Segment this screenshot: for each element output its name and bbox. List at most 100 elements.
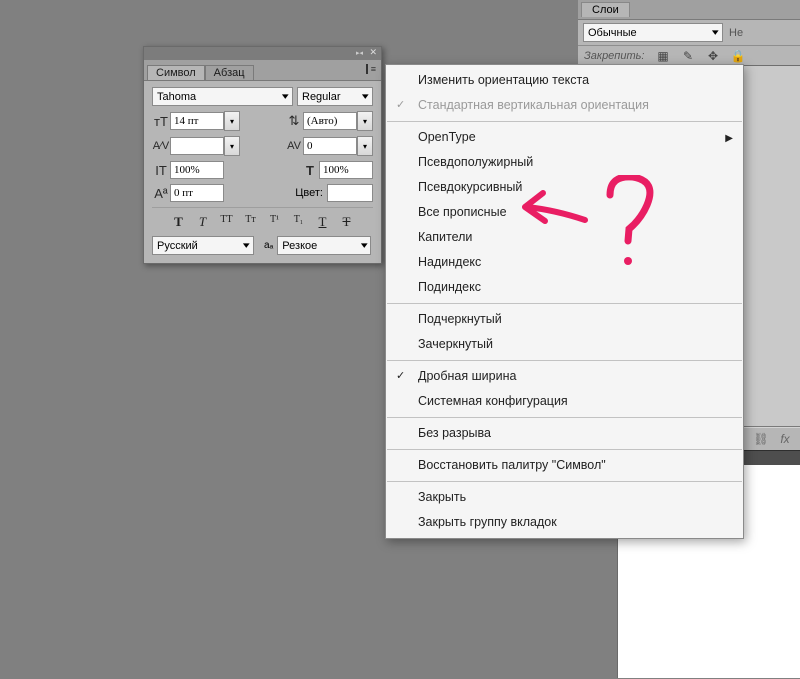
menu-separator	[387, 360, 742, 361]
subscript-button[interactable]: T₁	[291, 214, 307, 230]
blend-mode-value: Обычные	[588, 27, 637, 39]
tab-layers[interactable]: Слои	[581, 2, 630, 17]
font-family-select[interactable]: Tahoma ▾	[152, 87, 293, 106]
lock-paint-icon[interactable]: ✎	[681, 49, 694, 62]
menu-separator	[387, 481, 742, 482]
menu-item[interactable]: Системная конфигурация	[386, 389, 743, 414]
menu-item[interactable]: Восстановить палитру "Символ"	[386, 453, 743, 478]
collapse-icon[interactable]: ▸◂	[356, 49, 363, 57]
menu-item-label: Подиндекс	[418, 280, 481, 294]
menu-item[interactable]: Зачеркнутый	[386, 332, 743, 357]
menu-item[interactable]: Подиндекс	[386, 275, 743, 300]
hscale-input[interactable]	[319, 161, 373, 179]
lock-transparency-icon[interactable]: ▦	[656, 49, 669, 62]
link-icon[interactable]: ⛓	[754, 432, 768, 446]
panel-tabs: Символ Абзац ≡	[144, 60, 381, 81]
panel-menu-icon[interactable]: ≡	[366, 64, 376, 74]
antialias-value: Резкое	[282, 240, 317, 252]
underline-button[interactable]: T	[315, 214, 331, 230]
menu-item[interactable]: Псевдополужирный	[386, 150, 743, 175]
tab-symbol[interactable]: Символ	[147, 65, 205, 80]
chevron-down-icon: ▾	[282, 91, 289, 102]
tracking-icon: A͏V	[285, 140, 303, 152]
kerning-icon: A⁄V	[152, 140, 170, 152]
font-size-input[interactable]	[170, 112, 224, 130]
menu-separator	[387, 449, 742, 450]
menu-item[interactable]: Капители	[386, 225, 743, 250]
check-icon: ✓	[396, 97, 405, 114]
vscale-input[interactable]	[170, 161, 224, 179]
menu-item[interactable]: Псевдокурсивный	[386, 175, 743, 200]
chevron-down-icon: ▾	[362, 91, 369, 102]
tracking-input[interactable]	[303, 137, 357, 155]
menu-item-label: Подчеркнутый	[418, 312, 502, 326]
menu-item: ✓Стандартная вертикальная ориентация	[386, 93, 743, 118]
lock-position-icon[interactable]: ✥	[706, 49, 719, 62]
menu-item[interactable]: Надиндекс	[386, 250, 743, 275]
menu-item-label: Все прописные	[418, 205, 507, 219]
allcaps-button[interactable]: TT	[219, 214, 235, 230]
leading-icon: ⇅	[285, 113, 303, 129]
menu-item-label: Дробная ширина	[418, 369, 516, 383]
antialias-icon: aₐ	[264, 240, 273, 251]
chevron-down-icon: ▾	[712, 27, 719, 38]
bold-button[interactable]: T	[171, 214, 187, 230]
lock-row: Закрепить: ▦ ✎ ✥ 🔒	[578, 46, 800, 66]
menu-item-label: Закрыть	[418, 490, 466, 504]
menu-item[interactable]: Без разрыва	[386, 421, 743, 446]
font-size-icon: тT	[152, 114, 170, 129]
tab-paragraph[interactable]: Абзац	[205, 65, 254, 80]
character-panel: ▸◂ ✕ Символ Абзац ≡ Tahoma▾ Regular▾ тT …	[143, 46, 382, 264]
tracking-dropdown[interactable]: ▾	[357, 136, 373, 156]
superscript-button[interactable]: T¹	[267, 214, 283, 230]
menu-item[interactable]: Закрыть	[386, 485, 743, 510]
font-style-value: Regular	[302, 91, 341, 103]
kerning-input[interactable]	[170, 137, 224, 155]
menu-item-label: Изменить ориентацию текста	[418, 73, 589, 87]
opacity-label-partial: Не	[729, 27, 743, 39]
menu-item-label: Без разрыва	[418, 426, 491, 440]
submenu-arrow-icon: ▶	[725, 130, 733, 147]
menu-item-label: Капители	[418, 230, 472, 244]
lock-all-icon[interactable]: 🔒	[731, 49, 744, 62]
antialias-select[interactable]: Резкое ▾	[277, 236, 371, 255]
menu-item-label: Псевдополужирный	[418, 155, 533, 169]
menu-separator	[387, 121, 742, 122]
fx-icon[interactable]: fx	[778, 432, 792, 446]
menu-separator	[387, 417, 742, 418]
strike-button[interactable]: T	[339, 214, 355, 230]
menu-item[interactable]: Подчеркнутый	[386, 307, 743, 332]
language-value: Русский	[157, 240, 198, 252]
menu-separator	[387, 303, 742, 304]
panel-flyout-menu: Изменить ориентацию текста ✓Стандартная в…	[385, 64, 744, 539]
font-size-dropdown[interactable]: ▾	[224, 111, 240, 131]
menu-item[interactable]: Закрыть группу вкладок	[386, 510, 743, 535]
panel-header[interactable]: ▸◂ ✕	[144, 47, 381, 60]
menu-item-label: Псевдокурсивный	[418, 180, 522, 194]
font-family-value: Tahoma	[157, 91, 196, 103]
language-select[interactable]: Русский▾	[152, 236, 254, 255]
baseline-icon: Aª	[152, 186, 170, 201]
text-style-row: T T TT Tᴛ T¹ T₁ T T	[152, 207, 373, 230]
baseline-input[interactable]	[170, 184, 224, 202]
italic-button[interactable]: T	[195, 214, 211, 230]
vscale-icon: IT	[152, 163, 170, 178]
menu-item[interactable]: OpenType ▶	[386, 125, 743, 150]
check-icon: ✓	[396, 368, 405, 385]
menu-item[interactable]: ✓ Дробная ширина	[386, 364, 743, 389]
menu-item-label: OpenType	[418, 130, 476, 144]
blend-mode-select[interactable]: Обычные ▾	[583, 23, 723, 42]
menu-item-label: Зачеркнутый	[418, 337, 493, 351]
leading-dropdown[interactable]: ▾	[357, 111, 373, 131]
chevron-down-icon: ▾	[361, 240, 368, 251]
lock-label: Закрепить:	[584, 50, 644, 62]
kerning-dropdown[interactable]: ▾	[224, 136, 240, 156]
leading-input[interactable]	[303, 112, 357, 130]
color-swatch[interactable]	[327, 184, 373, 202]
menu-item[interactable]: Все прописные	[386, 200, 743, 225]
close-icon[interactable]: ✕	[369, 47, 377, 58]
menu-item[interactable]: Изменить ориентацию текста	[386, 68, 743, 93]
menu-item-label: Надиндекс	[418, 255, 481, 269]
font-style-select[interactable]: Regular ▾	[297, 87, 373, 106]
smallcaps-button[interactable]: Tᴛ	[243, 214, 259, 230]
